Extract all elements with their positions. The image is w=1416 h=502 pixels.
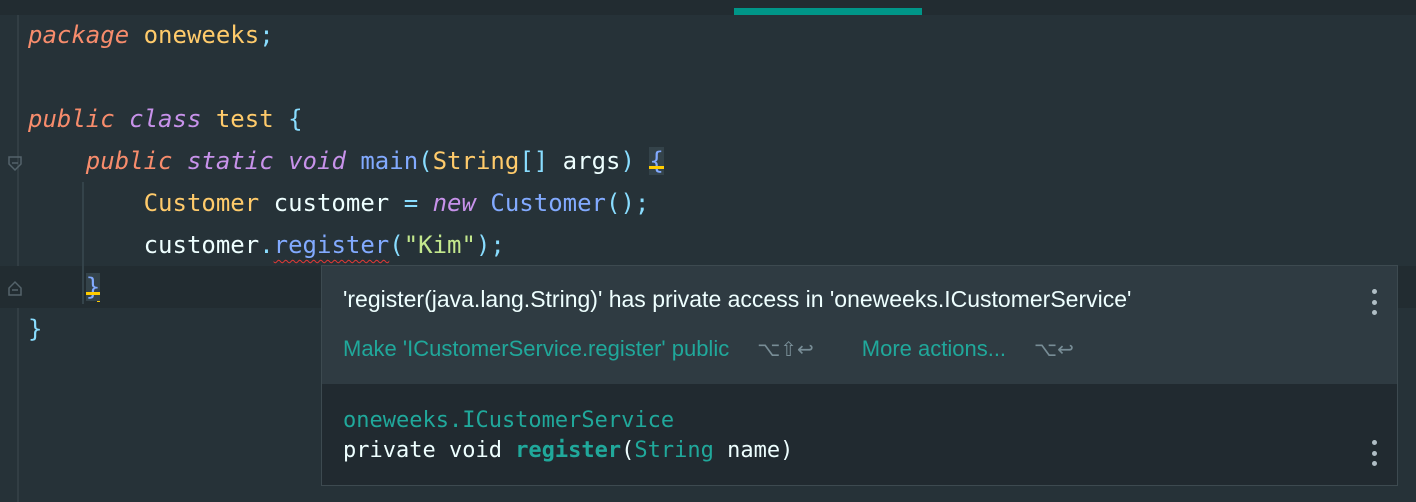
code-token: ();: [606, 189, 650, 217]
fold-close-icon[interactable]: [8, 280, 22, 296]
code-token: oneweeks: [143, 21, 260, 49]
code-token: String: [432, 147, 520, 175]
code-token: (: [389, 231, 404, 259]
popup-error-section: 'register(java.lang.String)' has private…: [322, 266, 1397, 384]
fold-open-icon[interactable]: [8, 156, 22, 172]
doc-param-name: name): [713, 438, 794, 463]
error-popup: 'register(java.lang.String)' has private…: [321, 265, 1398, 486]
code-token: public: [85, 147, 173, 175]
documentation-section: oneweeks.ICustomerService private void re…: [343, 406, 793, 466]
error-message: 'register(java.lang.String)' has private…: [343, 286, 1132, 312]
code-line[interactable]: package oneweeks;: [28, 14, 664, 56]
code-token: );: [475, 231, 505, 259]
doc-more-options-icon[interactable]: [1369, 440, 1379, 466]
code-token: "Kim": [403, 231, 476, 259]
code-token: args: [548, 147, 621, 175]
editor-tab-bar: [0, 0, 1416, 15]
code-token: void: [288, 147, 346, 175]
code-token: ;: [259, 21, 274, 49]
more-options-icon[interactable]: [1369, 289, 1379, 315]
code-line[interactable]: public static void main(String[] args) {: [28, 140, 664, 182]
code-token: []: [519, 147, 549, 175]
doc-paren: (: [621, 438, 635, 463]
code-token: =: [403, 189, 419, 217]
more-actions-link[interactable]: More actions...: [862, 336, 1006, 362]
code-token: Customer: [490, 189, 606, 217]
more-actions-shortcut: ⌥↩: [1034, 337, 1074, 361]
code-token: package: [28, 21, 130, 49]
doc-signature: private void register(String name): [343, 436, 793, 466]
code-line[interactable]: customer.register("Kim");: [28, 224, 664, 266]
active-tab-indicator[interactable]: [734, 8, 922, 15]
code-token: {: [288, 105, 303, 133]
code-token: new: [432, 189, 476, 217]
doc-param-type[interactable]: String: [634, 438, 713, 463]
code-token: test: [215, 105, 274, 133]
brace-match-marker: [85, 292, 101, 295]
code-token: ): [620, 147, 635, 175]
code-token: static: [186, 147, 274, 175]
code-token: class: [129, 105, 202, 133]
code-line[interactable]: public class test {: [28, 98, 664, 140]
code-token: customer: [259, 189, 404, 217]
doc-method-name: register: [515, 438, 622, 463]
code-token: {: [649, 147, 664, 175]
code-token: customer: [143, 231, 260, 259]
code-token: (: [418, 147, 433, 175]
gutter-separator: [17, 15, 19, 502]
code-token: main: [360, 147, 419, 175]
doc-class-name[interactable]: oneweeks.ICustomerService: [343, 406, 793, 436]
code-token: public: [28, 105, 115, 133]
doc-modifiers: private void: [343, 438, 516, 463]
quick-fix-actions: Make 'ICustomerService.register' public …: [343, 336, 1122, 362]
make-public-shortcut: ⌥⇧↩: [757, 337, 814, 361]
code-token: Customer: [143, 189, 260, 217]
code-token: }: [85, 273, 101, 301]
make-public-action[interactable]: Make 'ICustomerService.register' public: [343, 336, 729, 362]
code-token: .: [259, 231, 274, 259]
brace-match-marker: [649, 166, 664, 169]
error-token: register: [273, 231, 390, 259]
code-line[interactable]: [28, 56, 664, 98]
code-line[interactable]: Customer customer = new Customer();: [28, 182, 664, 224]
code-token: }: [28, 315, 43, 343]
